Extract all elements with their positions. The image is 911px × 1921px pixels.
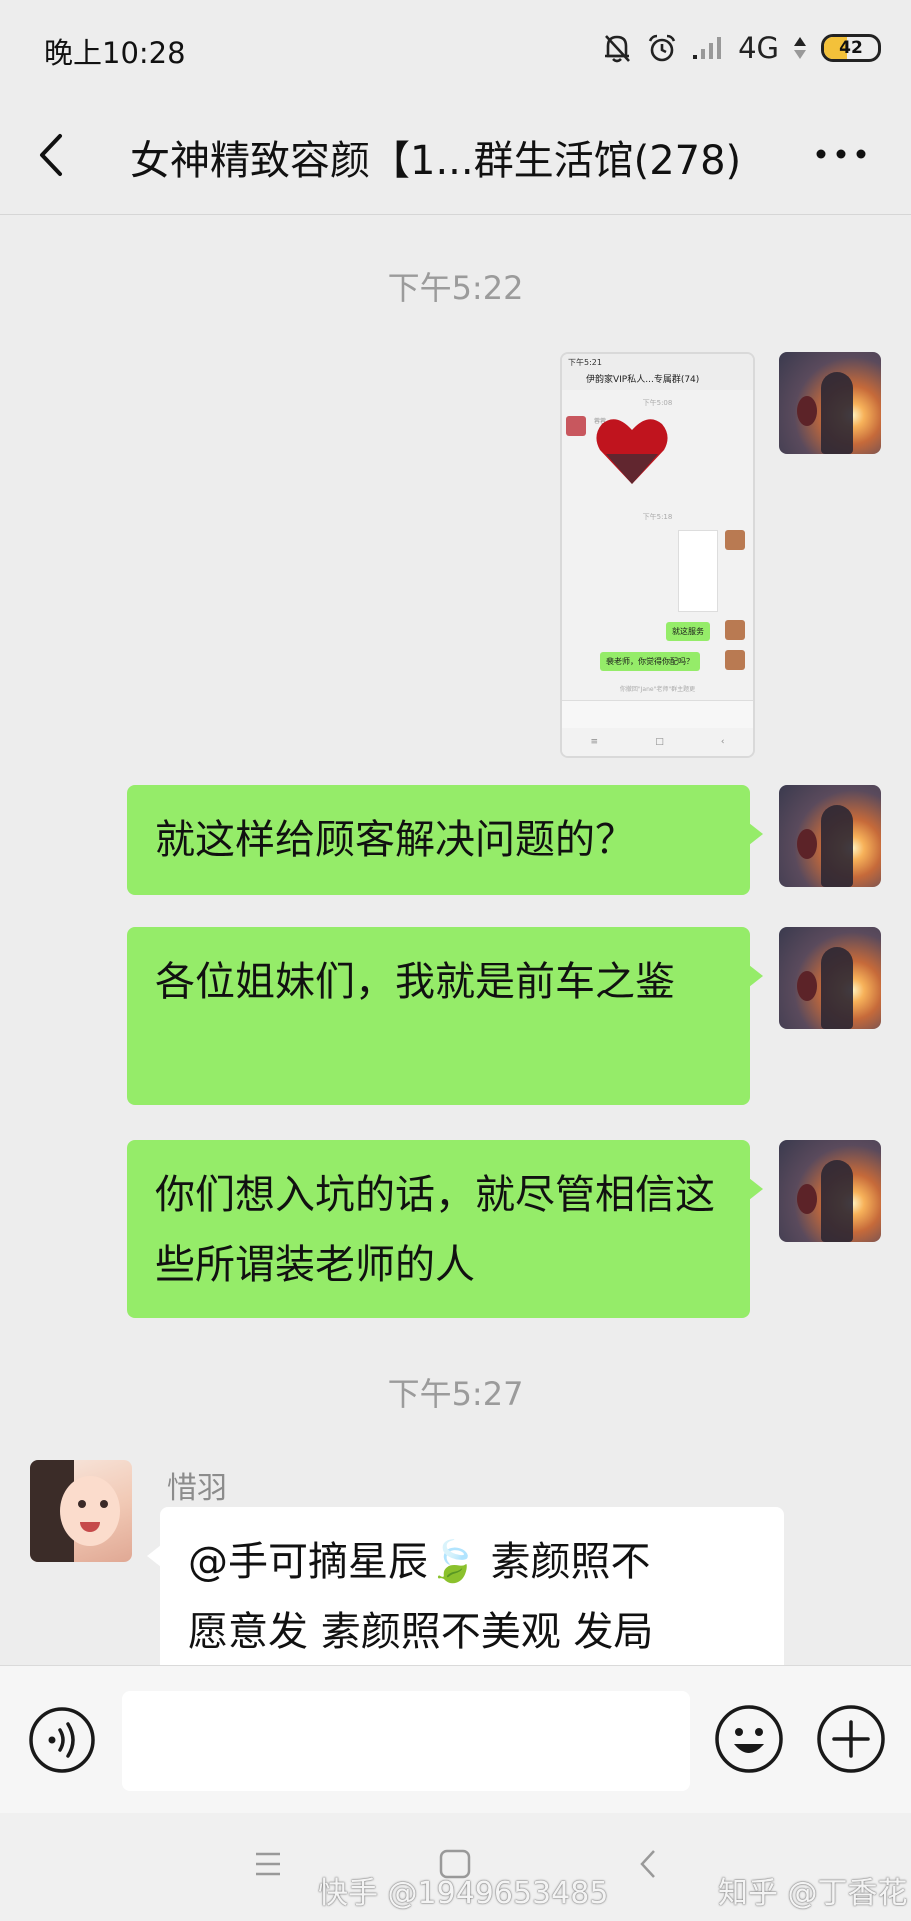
timestamp: 下午5:22 — [387, 269, 524, 307]
sender-name: 惜羽 — [167, 1471, 227, 1506]
mini-note: 你撤回"Jane"老师"群主题更 — [619, 686, 696, 693]
alarm-icon — [648, 34, 676, 62]
mini-timestamp: 下午5:18 — [642, 513, 673, 521]
avatar[interactable] — [779, 785, 881, 887]
chat-title: 女神精致容颜【1...群生活馆(278) — [130, 138, 742, 184]
mini-input-bar — [562, 700, 753, 729]
mini-avatar — [566, 416, 586, 436]
network-arrows-icon — [794, 37, 806, 59]
avatar[interactable] — [779, 1140, 881, 1242]
mute-bell-icon — [605, 35, 631, 63]
mini-status-time: 下午5:21 — [568, 358, 602, 367]
avatar[interactable] — [779, 352, 881, 454]
mini-timestamp: 下午5:08 — [642, 399, 673, 407]
message-input[interactable] — [122, 1691, 690, 1791]
more-dots-icon[interactable] — [811, 136, 871, 172]
heart-roses-icon — [596, 419, 668, 484]
status-icons: 4G 42 — [602, 28, 881, 68]
message-line: 愿意发 素颜照不美观 发局 — [188, 1609, 654, 1655]
signal-icon — [693, 37, 722, 59]
screenshot-image-message[interactable]: 下午5:21 伊韵家VIP私人...专属群(74) 下午5:08 蓉蓉 下午5:… — [560, 352, 755, 758]
avatar[interactable] — [30, 1460, 132, 1562]
emoji-icon[interactable] — [714, 1704, 784, 1774]
mini-bubble: 就这服务 — [666, 622, 710, 641]
status-time: 晚上10:28 — [44, 36, 186, 70]
mini-avatar — [725, 620, 745, 640]
plus-icon[interactable] — [816, 1704, 886, 1774]
message-bubble[interactable]: 就这样给顾客解决问题的？ — [127, 785, 763, 895]
chat-area[interactable]: 下午5:22 下午5:21 伊韵家VIP私人...专属群(74) 下午5:08 … — [0, 215, 911, 1665]
mini-nav: ≡ □ ‹ — [562, 728, 753, 756]
status-bar: 晚上10:28 4G 42 — [0, 0, 911, 96]
message-bubble[interactable]: 你们想入坑的话，就尽管相信这些所谓装老师的人 — [127, 1140, 763, 1318]
timestamp: 下午5:27 — [387, 1375, 524, 1413]
avatar[interactable] — [779, 927, 881, 1029]
message-line: @手可摘星辰🍃 素颜照不 — [188, 1539, 651, 1585]
mini-avatar — [725, 530, 745, 550]
battery-icon: 42 — [821, 34, 881, 62]
voice-icon[interactable] — [28, 1706, 96, 1774]
menu-icon[interactable] — [254, 1851, 282, 1877]
chat-header: 女神精致容颜【1...群生活馆(278) — [0, 96, 911, 215]
mini-card — [678, 530, 718, 612]
mini-bubble: 裴老师，你觉得你配吗？ — [600, 652, 700, 671]
mini-title: 伊韵家VIP私人...专属群(74) — [586, 375, 700, 385]
back-nav-icon[interactable] — [638, 1849, 658, 1879]
message-bubble[interactable]: @手可摘星辰🍃 素颜照不 愿意发 素颜照不美观 发局 — [147, 1507, 784, 1665]
watermark-zhihu: 知乎 @丁香花 — [718, 1876, 908, 1911]
watermark-kuaishou: 快手 @1949653485 — [318, 1876, 609, 1911]
input-bar — [0, 1665, 911, 1814]
chevron-left-icon[interactable] — [32, 130, 72, 180]
message-bubble[interactable]: 各位姐妹们，我就是前车之鉴 — [127, 927, 763, 1105]
battery-level: 42 — [839, 38, 863, 58]
network-type: 4G — [738, 31, 779, 65]
mini-avatar — [725, 650, 745, 670]
